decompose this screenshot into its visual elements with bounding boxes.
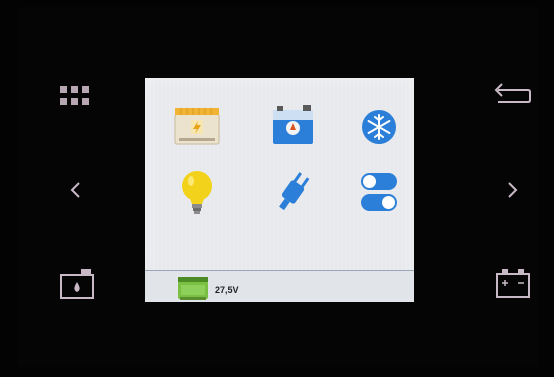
lights-tile[interactable] [169,164,225,220]
power-plug-icon [279,172,310,211]
power-tile[interactable] [265,164,321,220]
toggle-switches-icon [361,173,397,211]
tank-level-button[interactable] [58,267,98,301]
switches-tile[interactable] [351,164,407,220]
lcd-screen: 27,5V [145,78,414,302]
back-button[interactable] [488,82,532,110]
snowflake-icon [362,110,396,144]
tank-sensor-icon [273,105,313,144]
battery-voltage: 27,5V [215,285,239,295]
tank-sensor-tile[interactable] [265,98,321,154]
previous-button[interactable] [66,178,86,202]
light-bulb-icon [182,171,212,214]
tank-level-icon [60,269,94,299]
battery-button[interactable] [494,266,534,300]
climate-tile[interactable] [351,98,407,154]
solar-charger-icon [174,108,220,145]
next-button[interactable] [503,178,523,202]
grid-menu-icon [60,86,89,105]
chevron-left-icon [70,182,80,198]
solar-charger-tile[interactable] [169,98,225,154]
battery-level-icon [178,277,208,300]
status-bar: 27,5V [145,270,414,302]
grid-menu-button[interactable] [58,84,98,108]
back-arrow-icon [494,83,531,103]
battery-icon [496,269,530,298]
chevron-right-icon [508,182,518,198]
